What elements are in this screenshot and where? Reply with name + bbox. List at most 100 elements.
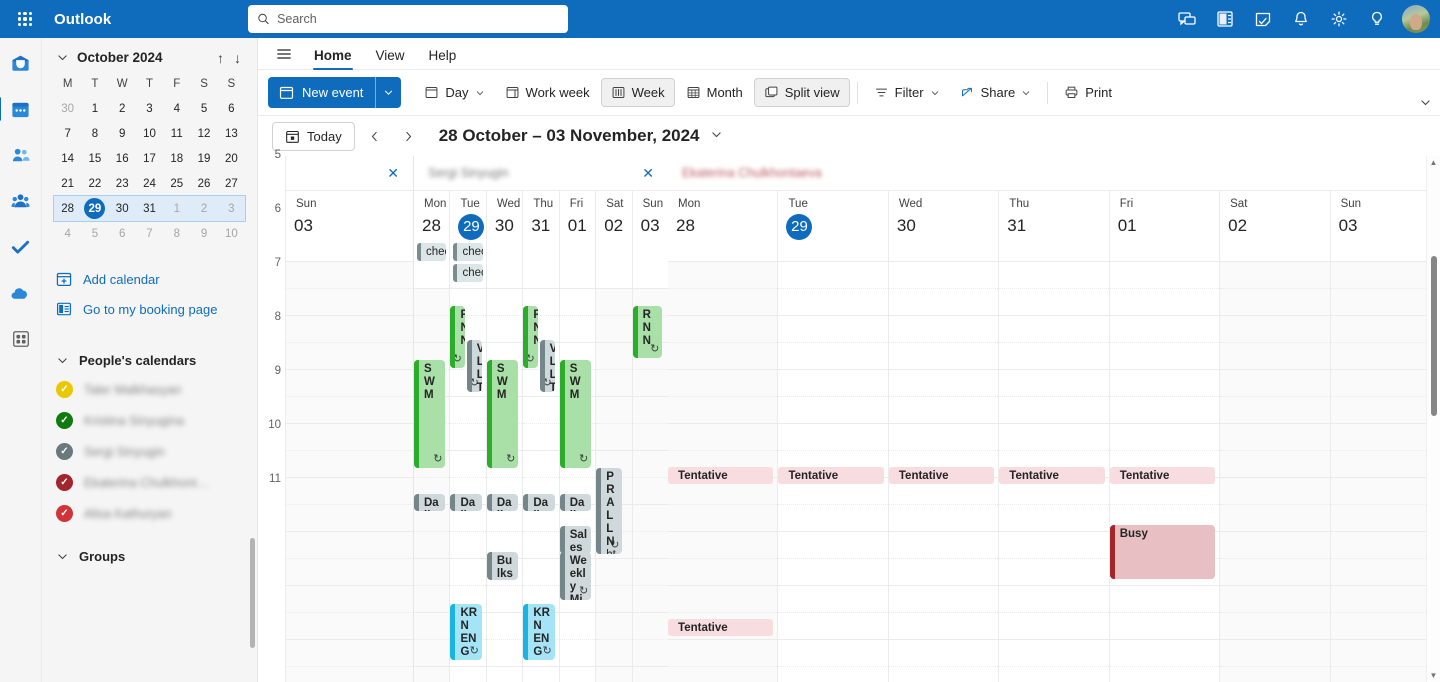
calendar-event[interactable]: RNN ↻ <box>632 306 663 358</box>
day-number[interactable]: 30 <box>487 213 522 241</box>
peoples-calendar-item[interactable]: ✓ Kristina Sinyugina <box>42 405 257 436</box>
day-number[interactable]: 28 <box>668 213 777 241</box>
day-column-sun[interactable]: RNN ↻ <box>632 288 669 682</box>
day-number[interactable]: 29 <box>450 213 485 241</box>
calendar-event[interactable]: RNN ↻ <box>523 306 538 368</box>
day-header-sun[interactable]: Sun 03 <box>633 191 668 288</box>
mini-calendar-day[interactable]: 17 <box>136 146 163 171</box>
mini-calendar-day[interactable]: 21 <box>54 171 81 196</box>
all-day-row[interactable] <box>668 241 777 261</box>
day-column-fri[interactable]: SWM ↻ Daily Sync № Sales Rep…Weekly Microso… <box>559 288 597 682</box>
peoples-calendar-item[interactable]: ✓ Alisa Kathuryan <box>42 498 257 529</box>
peoples-calendar-item[interactable]: ✓ Taler Malkhasyan <box>42 374 257 405</box>
mini-calendar-day[interactable]: 29 <box>81 196 109 221</box>
mini-calendar-day[interactable]: 19 <box>190 146 217 171</box>
new-event-dropdown[interactable] <box>375 77 401 108</box>
rail-item-onedrive[interactable] <box>4 276 38 310</box>
day-header-thu[interactable]: Thu 31 <box>999 191 1110 261</box>
calendar-event[interactable]: SWM ↻ <box>559 360 592 468</box>
day-header-mon[interactable]: Mon 28 <box>668 191 779 261</box>
calendar-event[interactable]: VL LT ↻ <box>466 340 482 392</box>
day-column-fri[interactable]: Tentative Busy <box>1109 261 1221 682</box>
mini-calendar-week-row[interactable]: 28 29 30 31 1 2 3 <box>53 195 246 222</box>
mini-calendar-day[interactable]: 15 <box>81 146 108 171</box>
mini-calendar-day[interactable]: 10 <box>218 221 245 246</box>
day-column-thu[interactable]: RNN↻VL LT↻Daily Sync №KRN ENG↻ <box>523 288 560 682</box>
all-day-row[interactable] <box>596 241 631 261</box>
calendar-event[interactable]: Daily Sync № <box>414 494 446 511</box>
calendar-event[interactable]: Busy <box>1109 525 1216 579</box>
day-header-wed[interactable]: Wed 30 <box>889 191 1000 261</box>
all-day-row[interactable] <box>889 241 998 261</box>
day-number[interactable]: 01 <box>560 213 595 241</box>
day-number[interactable]: 03 <box>633 213 668 241</box>
bell-icon[interactable] <box>1284 3 1318 35</box>
calendar-event[interactable]: Tentative <box>888 467 995 484</box>
sidebar-scrollbar-thumb[interactable] <box>250 538 255 648</box>
mini-calendar-day[interactable]: 30 <box>108 196 136 221</box>
mini-calendar-day[interactable]: 2 <box>109 96 136 121</box>
mini-calendar-week-row[interactable]: 4 5 6 7 8 9 10 <box>54 221 245 246</box>
mini-calendar-title[interactable]: October 2024 <box>77 50 211 65</box>
all-day-row[interactable] <box>1331 241 1440 261</box>
all-day-row[interactable] <box>560 241 595 261</box>
chevron-down-icon[interactable] <box>710 128 723 144</box>
mini-calendar-day[interactable]: 8 <box>81 121 108 146</box>
rail-item-calendar[interactable] <box>0 92 38 126</box>
mini-calendar-day[interactable]: 4 <box>163 96 190 121</box>
mini-calendar-day[interactable]: 7 <box>54 121 81 146</box>
mini-calendar-day[interactable]: 31 <box>135 196 164 221</box>
mini-calendar-day[interactable]: 4 <box>54 221 81 246</box>
all-day-event[interactable]: check <box>417 243 447 261</box>
mini-calendar-day[interactable]: 26 <box>190 171 217 196</box>
day-header-tue[interactable]: Tue 29 check check <box>450 191 487 288</box>
toolbar-button-share[interactable]: Share <box>951 78 1041 107</box>
mini-calendar-day[interactable]: 16 <box>109 146 136 171</box>
calendar-event[interactable]: Tentative <box>668 619 774 636</box>
calendar-checkbox[interactable]: ✓ <box>56 412 73 429</box>
day-column-sat[interactable]: PR ALLNhttps://maps.app.goo.gl/bf5↻ <box>596 288 633 682</box>
close-pane-icon[interactable]: ✕ <box>638 164 658 182</box>
groups-section[interactable]: Groups <box>42 529 257 570</box>
day-number[interactable]: 31 <box>523 213 558 241</box>
calendar-event[interactable]: VL LT ↻ <box>539 340 555 392</box>
day-number[interactable]: 30 <box>889 213 998 241</box>
mini-calendar-day[interactable]: 24 <box>136 171 163 196</box>
toolbar-button-filter[interactable]: Filter <box>865 78 949 107</box>
calendar-checkbox[interactable]: ✓ <box>56 474 73 491</box>
rail-item-mail[interactable] <box>4 46 38 80</box>
close-pane-icon[interactable]: ✕ <box>383 164 403 182</box>
new-event-button[interactable]: New event <box>268 77 402 108</box>
mini-calendar-day[interactable]: 22 <box>81 171 108 196</box>
all-day-event[interactable]: check <box>453 264 483 282</box>
mini-calendar-day[interactable]: 2 <box>190 196 218 221</box>
toolbar-button-week[interactable]: Week <box>600 78 675 107</box>
tab-help[interactable]: Help <box>417 43 469 69</box>
mini-calendar-day[interactable]: 6 <box>109 221 136 246</box>
day-header-sun[interactable]: Sun 03 <box>286 191 413 261</box>
mini-calendar-day[interactable]: 18 <box>163 146 190 171</box>
calendar-event[interactable]: Weekly Microsoft Ekateri↻ <box>559 552 592 600</box>
calendar-event[interactable]: PR ALLNhttps://maps.app.goo.gl/bf5↻ <box>596 468 623 554</box>
all-day-row[interactable] <box>523 241 558 261</box>
mini-calendar-day[interactable]: 23 <box>109 171 136 196</box>
calendar-event[interactable]: Tentative <box>1109 467 1216 484</box>
mini-calendar-week-row[interactable]: 14 15 16 17 18 19 20 <box>54 146 245 171</box>
tab-view[interactable]: View <box>364 43 417 69</box>
add-calendar-button[interactable]: Add calendar <box>42 264 257 294</box>
all-day-row[interactable] <box>1220 241 1329 261</box>
calendar-checkbox[interactable]: ✓ <box>56 505 73 522</box>
mini-calendar-day[interactable]: 9 <box>190 221 217 246</box>
booking-page-button[interactable]: Go to my booking page <box>42 294 257 324</box>
calendar-event[interactable]: SWM ↻ <box>486 360 519 468</box>
all-day-row[interactable] <box>633 241 668 261</box>
day-header-wed[interactable]: Wed 30 <box>487 191 524 288</box>
toolbar-button-day[interactable]: Day <box>415 78 493 107</box>
day-column-sun[interactable] <box>1330 261 1440 682</box>
all-day-row[interactable] <box>999 241 1108 261</box>
all-day-row[interactable] <box>286 241 413 261</box>
mini-calendar-day[interactable]: 3 <box>217 196 245 221</box>
scroll-up-arrow-icon[interactable]: ▲ <box>1430 158 1438 167</box>
mini-calendar-day[interactable]: 12 <box>190 121 217 146</box>
peoples-calendar-item[interactable]: ✓ Sergi Sinyugin <box>42 436 257 467</box>
